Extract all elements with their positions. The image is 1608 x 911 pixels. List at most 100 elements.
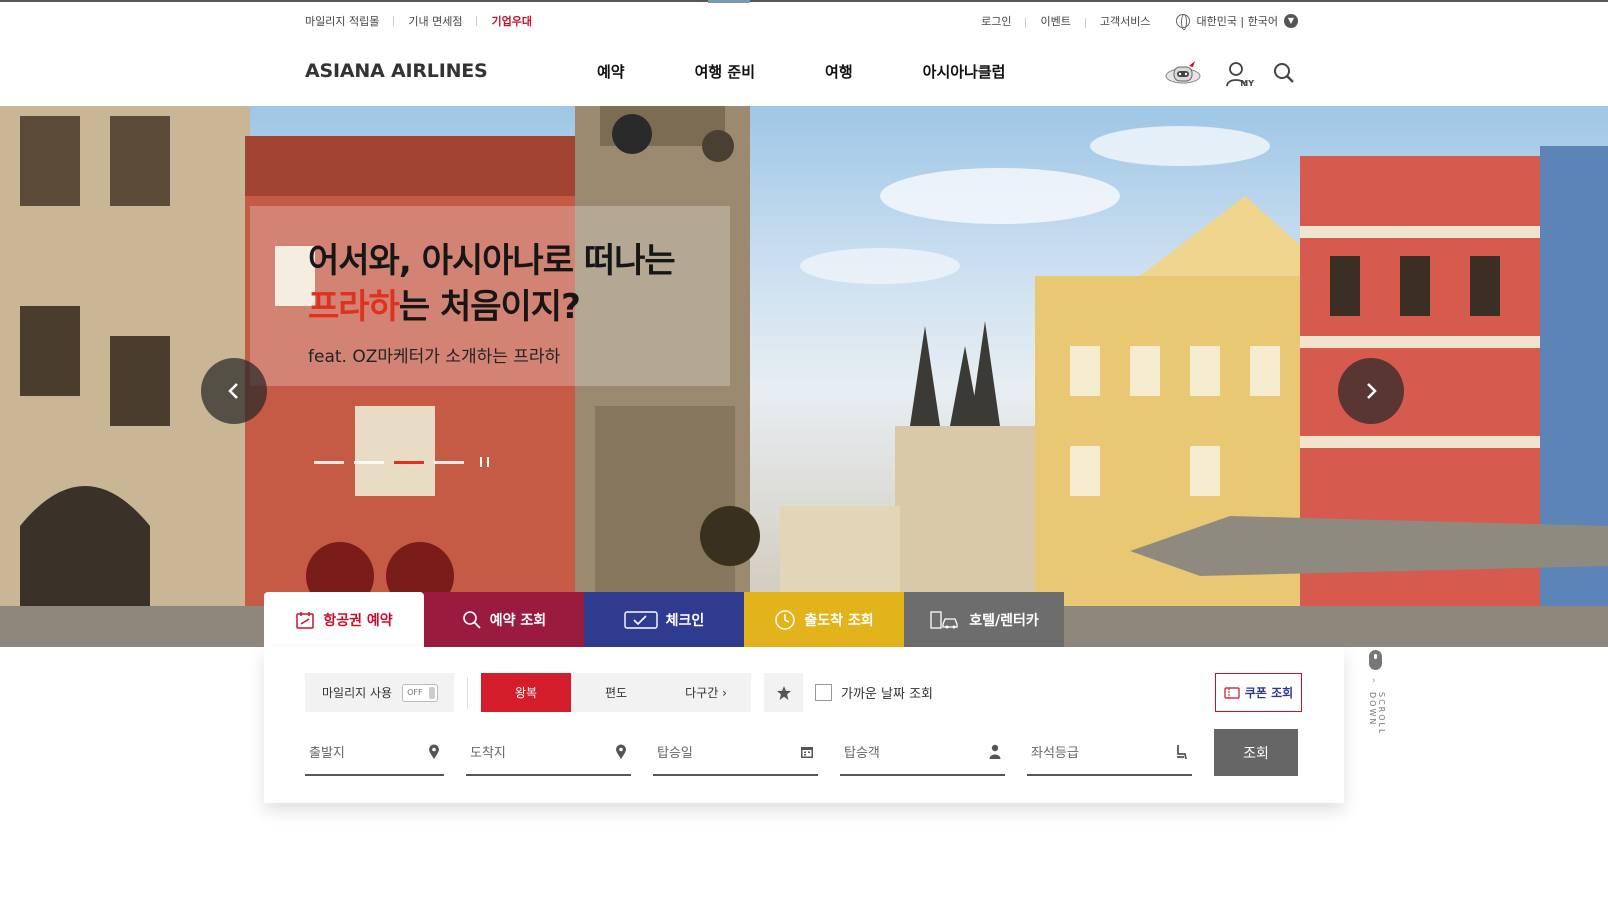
nearby-dates-option[interactable]: 가까운 날짜 조회 <box>815 683 933 702</box>
mileage-toggle[interactable]: OFF <box>402 683 439 702</box>
person-icon <box>989 744 1001 759</box>
departure-date-field[interactable]: 탑승일 <box>653 729 818 776</box>
hero-title-rest: 는 처음이지? <box>398 287 581 327</box>
trip-type-selector: 왕복 편도 다구간 › <box>481 673 751 712</box>
duty-free-link[interactable]: 기내 면세점 <box>408 13 462 29</box>
slide-indicator-active[interactable] <box>394 460 424 464</box>
tab-label: 체크인 <box>665 612 705 629</box>
coupon-label: 쿠폰 조회 <box>1244 686 1294 700</box>
nav-asiana-club[interactable]: 아시아나클럽 <box>923 61 1006 82</box>
coupon-icon <box>1224 686 1240 699</box>
tab-flight-booking[interactable]: 항공권 예약 <box>264 592 424 648</box>
destination-field[interactable]: 도착지 <box>466 729 631 776</box>
tab-checkin[interactable]: 체크인 <box>584 592 744 647</box>
hero-title: 어서와, 아시아나로 떠나는 프라하는 처음이지? <box>308 238 676 330</box>
coupon-lookup-button[interactable]: 쿠폰 조회 <box>1215 673 1302 712</box>
clock-icon <box>775 609 796 630</box>
hero-banner: 어서와, 아시아나로 떠나는 프라하는 처음이지? feat. OZ마케터가 소… <box>0 106 1608 647</box>
search-flights-button[interactable]: 조회 <box>1214 729 1298 776</box>
cabin-placeholder: 좌석등급 <box>1031 746 1079 761</box>
star-icon <box>776 685 791 700</box>
utility-bar: 마일리지 적립몰 기내 면세점 기업우대 로그인 이벤트 고객서비스 대한민국 … <box>0 0 1608 40</box>
date-placeholder: 탑승일 <box>657 746 693 761</box>
mileage-use: 마일리지 사용 OFF <box>305 673 454 712</box>
chevron-down-icon[interactable]: ▼ <box>1284 14 1298 28</box>
tab-label: 항공권 예약 <box>323 613 393 629</box>
favorite-button[interactable] <box>764 673 803 712</box>
divider <box>476 16 478 26</box>
next-slide-button[interactable] <box>1338 358 1404 424</box>
hero-title-line1: 어서와, 아시아나로 떠나는 <box>308 241 676 281</box>
chevron-down-icon: › <box>1372 676 1376 686</box>
booking-options-row: 마일리지 사용 OFF 왕복 편도 다구간 › 가까운 날짜 조회 <box>305 673 933 712</box>
nearby-dates-label: 가까운 날짜 조회 <box>841 687 933 702</box>
seat-icon <box>1177 744 1187 759</box>
globe-icon <box>1176 14 1191 30</box>
nav-travel-prep[interactable]: 여행 준비 <box>695 61 755 82</box>
pause-icon[interactable] <box>480 457 489 467</box>
divider <box>393 16 395 26</box>
trip-multi[interactable]: 다구간 › <box>661 673 751 712</box>
slide-indicator[interactable] <box>434 460 464 464</box>
hero-title-highlight: 프라하 <box>308 287 400 327</box>
chevron-left-icon <box>228 383 238 399</box>
top-accent-line <box>708 0 750 3</box>
search-icon[interactable] <box>1273 62 1295 88</box>
booking-panel: 마일리지 사용 OFF 왕복 편도 다구간 › 가까운 날짜 조회 쿠폰 조회 … <box>264 647 1344 803</box>
language-selector[interactable]: 대한민국 | 한국어 <box>1196 13 1278 29</box>
nav-booking[interactable]: 예약 <box>597 61 625 82</box>
cabin-class-field[interactable]: 좌석등급 <box>1027 729 1192 776</box>
utility-links-left: 마일리지 적립몰 기내 면세점 기업우대 <box>305 13 532 29</box>
hotel-car-icon <box>930 610 958 629</box>
mouse-icon <box>1369 650 1382 670</box>
slide-indicator[interactable] <box>314 460 344 464</box>
booking-fields-row: 출발지 도착지 탑승일 탑승객 좌석등급 조회 <box>305 729 1298 776</box>
tab-reservation-lookup[interactable]: 예약 조회 <box>424 592 584 647</box>
login-link[interactable]: 로그인 <box>981 13 1011 29</box>
ticket-check-icon <box>623 610 658 629</box>
scroll-down-label: SCROLL DOWN <box>1368 692 1386 736</box>
calendar-icon <box>801 746 813 758</box>
location-pin-icon <box>616 744 626 759</box>
nearby-dates-checkbox[interactable] <box>815 684 832 701</box>
robot-chatbot-icon[interactable] <box>1163 58 1203 92</box>
trip-multi-label: 다구간 <box>685 686 719 700</box>
nav-travel[interactable]: 여행 <box>825 61 853 82</box>
trip-oneway[interactable]: 편도 <box>571 673 661 712</box>
origin-placeholder: 출발지 <box>309 746 345 761</box>
booking-tabs: 항공권 예약 예약 조회 체크인 출도착 조회 호텔/렌터카 <box>264 592 1064 648</box>
logo[interactable]: ASIANA AIRLINES <box>305 60 488 82</box>
slide-indicator[interactable] <box>354 460 384 464</box>
toggle-state: OFF <box>407 688 423 697</box>
tab-flight-status[interactable]: 출도착 조회 <box>744 592 904 647</box>
header-icons: MY <box>1141 58 1295 92</box>
hero-subtitle: feat. OZ마케터가 소개하는 프라하 <box>308 347 561 367</box>
scroll-down-indicator[interactable]: › SCROLL DOWN <box>1368 650 1386 735</box>
mileage-mall-link[interactable]: 마일리지 적립몰 <box>305 13 379 29</box>
customer-service-link[interactable]: 고객서비스 <box>1100 13 1151 29</box>
my-account-icon[interactable]: MY <box>1225 61 1254 89</box>
location-pin-icon <box>429 744 439 759</box>
origin-field[interactable]: 출발지 <box>305 729 444 776</box>
trip-round[interactable]: 왕복 <box>481 673 571 712</box>
main-nav: 예약 여행 준비 여행 아시아나클럽 <box>597 61 1075 82</box>
utility-links-right: 로그인 이벤트 고객서비스 대한민국 | 한국어 ▼ <box>981 13 1298 30</box>
chevron-right-icon: › <box>722 685 727 700</box>
mileage-label: 마일리지 사용 <box>322 686 393 700</box>
event-link[interactable]: 이벤트 <box>1040 13 1070 29</box>
divider <box>467 676 468 709</box>
prev-slide-button[interactable] <box>201 358 267 424</box>
my-badge: MY <box>1240 79 1254 88</box>
divider <box>1084 17 1086 28</box>
calendar-plane-icon <box>296 612 315 629</box>
destination-placeholder: 도착지 <box>470 746 506 761</box>
slide-pager <box>314 457 489 467</box>
search-icon <box>462 610 481 629</box>
hero-title-line2: 프라하는 처음이지? <box>308 284 675 330</box>
chevron-right-icon <box>1367 383 1377 399</box>
passengers-placeholder: 탑승객 <box>844 746 880 761</box>
corporate-link[interactable]: 기업우대 <box>491 13 531 29</box>
divider <box>1025 17 1027 28</box>
tab-hotel-rentcar[interactable]: 호텔/렌터카 <box>904 592 1064 647</box>
passengers-field[interactable]: 탑승객 <box>840 729 1005 776</box>
